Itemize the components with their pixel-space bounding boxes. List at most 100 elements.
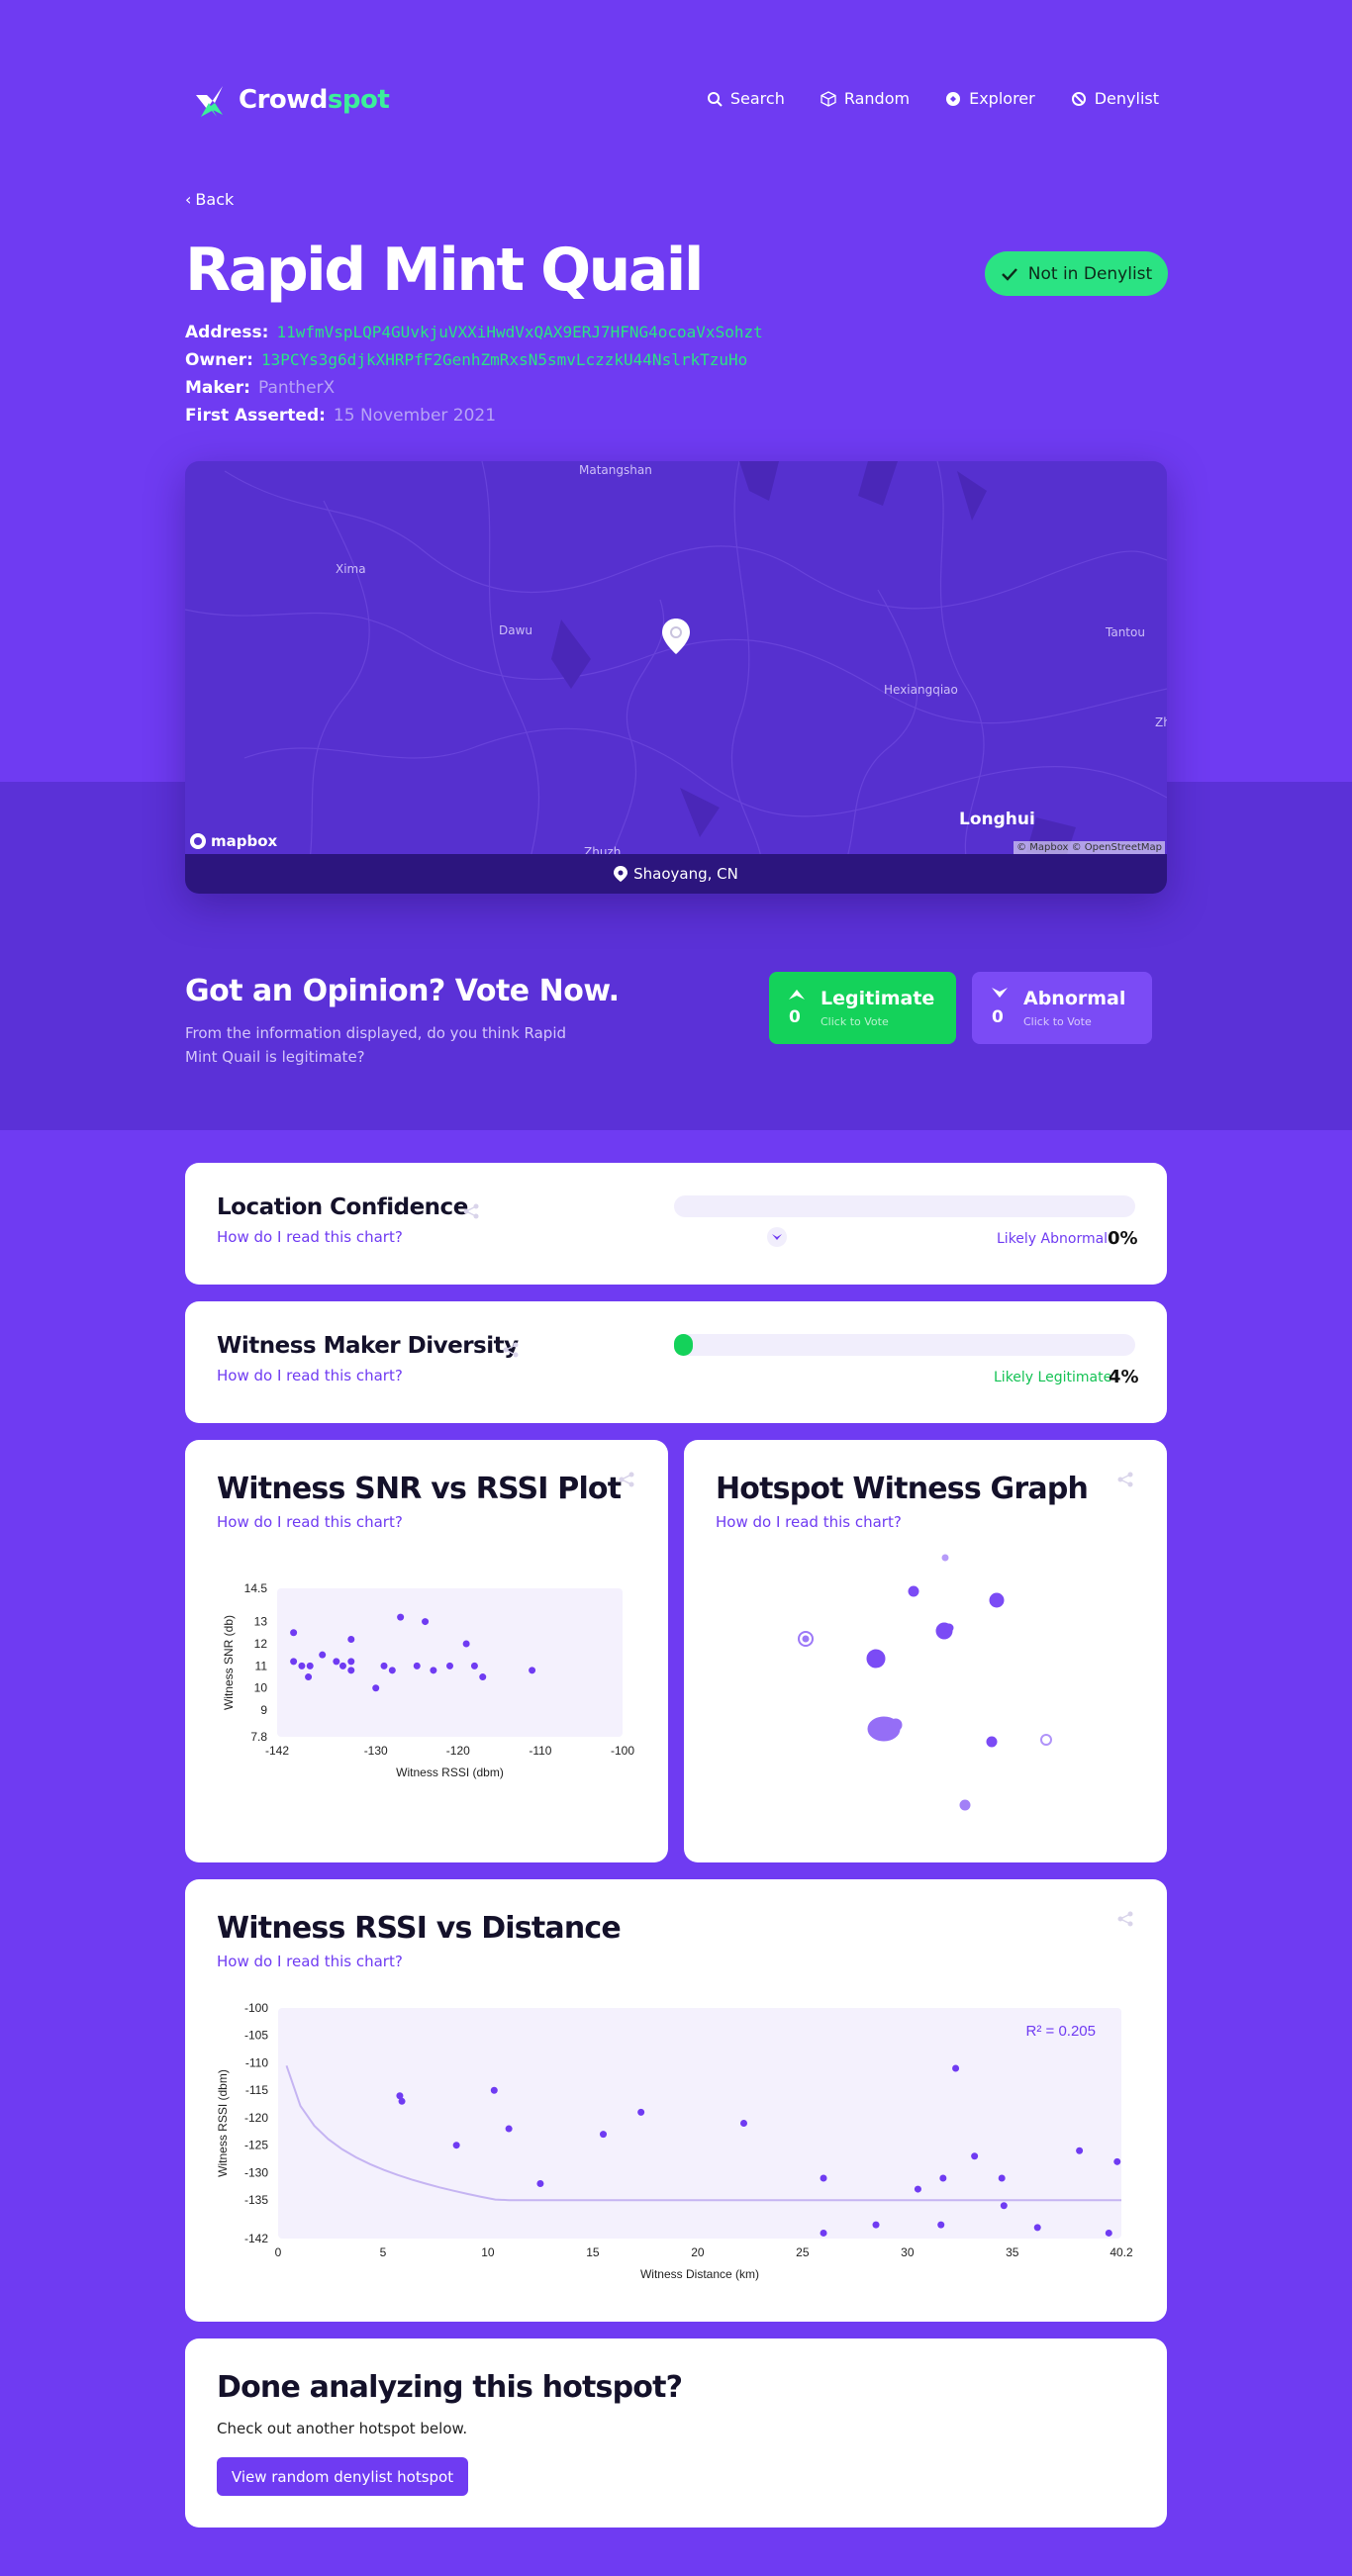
y-tick-label: -142 — [244, 2232, 268, 2245]
hotspot-map[interactable]: Matangshan Xima Dawu Tantou Hexiangqiao … — [185, 461, 1167, 894]
data-point — [380, 1662, 388, 1670]
witness-cluster — [867, 1716, 903, 1742]
witness-cluster — [959, 1799, 971, 1811]
brand-logo[interactable]: Crowdspot — [193, 81, 390, 119]
data-point — [372, 1684, 380, 1692]
nav-random[interactable]: Random — [821, 89, 910, 108]
x-tick-label: -110 — [529, 1744, 551, 1758]
back-link[interactable]: ‹ Back — [185, 190, 234, 209]
maker-diversity-card: Witness Maker Diversity How do I read th… — [185, 1301, 1167, 1423]
location-confidence-bar — [674, 1195, 1135, 1217]
data-point — [298, 1662, 306, 1670]
data-point — [820, 2174, 827, 2182]
map-label-longhui: Longhui — [959, 810, 1035, 829]
first-asserted-row: First Asserted: 15 November 2021 — [185, 402, 763, 429]
data-point — [872, 2221, 880, 2229]
abnormal-hint: Click to Vote — [1023, 1015, 1092, 1028]
data-point — [413, 1662, 421, 1670]
data-point — [319, 1651, 327, 1659]
nav-explorer[interactable]: Explorer — [945, 89, 1035, 108]
done-card: Done analyzing this hotspot? Check out a… — [185, 2338, 1167, 2528]
x-tick-label: -130 — [364, 1744, 388, 1758]
location-pin-icon — [614, 866, 628, 882]
maker-diversity-title: Witness Maker Diversity — [217, 1333, 519, 1359]
y-tick-label: 13 — [254, 1615, 268, 1629]
location-confidence-percent: 0% — [1108, 1228, 1138, 1249]
share-icon[interactable] — [502, 1341, 520, 1359]
location-confidence-card: Location Confidence How do I read this c… — [185, 1163, 1167, 1285]
y-axis-label: Witness RSSI (dbm) — [216, 2069, 230, 2177]
legitimate-vote-count: 0 — [789, 1007, 801, 1027]
data-point — [1105, 2229, 1112, 2237]
data-point — [422, 1618, 430, 1626]
location-confidence-status: Likely Abnormal — [997, 1231, 1109, 1247]
owner-value[interactable]: 13PCYs3g6djkXHRPfF2GenhZmRxsN5smvLczzkU4… — [261, 350, 747, 369]
witness-cluster — [935, 1622, 954, 1640]
data-point — [1033, 2224, 1041, 2232]
legitimate-label: Legitimate — [821, 988, 935, 1009]
data-point — [998, 2174, 1006, 2182]
witness-graph-card: Hotspot Witness Graph How do I read this… — [684, 1440, 1167, 1862]
nav-links: Search Random Explorer Denylist — [707, 89, 1159, 108]
data-point — [333, 1658, 340, 1666]
y-tick-label: 14.5 — [244, 1581, 268, 1595]
y-tick-label: -130 — [244, 2165, 268, 2179]
data-point — [952, 2064, 960, 2072]
location-confidence-help-link[interactable]: How do I read this chart? — [217, 1228, 403, 1246]
data-point — [479, 1673, 487, 1681]
address-value[interactable]: 11wfmVspLQP4GUvkjuVXXiHwdVxQAX9ERJ7HFNG4… — [276, 323, 762, 341]
data-point — [536, 2180, 544, 2188]
witness-cluster — [866, 1649, 886, 1669]
data-point — [1113, 2157, 1121, 2165]
back-label: Back — [195, 190, 235, 209]
data-point — [937, 2221, 945, 2229]
data-point — [398, 2097, 406, 2105]
top-nav: Crowdspot Search Random Explorer Denylis… — [185, 77, 1167, 121]
data-point — [971, 2152, 979, 2160]
data-point — [740, 2120, 748, 2127]
data-point — [347, 1667, 355, 1674]
abnormal-label: Abnormal — [1023, 988, 1126, 1009]
share-icon[interactable] — [462, 1202, 480, 1220]
map-pin-icon — [662, 619, 690, 654]
maker-row: Maker: PantherX — [185, 374, 763, 402]
owner-row: Owner: 13PCYs3g6djkXHRPfF2GenhZmRxsN5smvL… — [185, 346, 763, 374]
nav-search[interactable]: Search — [707, 89, 785, 108]
map-label-dawu: Dawu — [499, 623, 533, 637]
data-point — [637, 2108, 645, 2116]
mapbox-icon — [190, 833, 206, 849]
maker-diversity-help-link[interactable]: How do I read this chart? — [217, 1367, 403, 1384]
y-tick-label: 11 — [255, 1659, 268, 1672]
vote-abnormal-button[interactable]: 0 Abnormal Click to Vote — [972, 972, 1152, 1044]
random-denylist-button[interactable]: View random denylist hotspot — [217, 2457, 468, 2496]
cube-icon — [821, 90, 836, 107]
abnormal-marker-icon — [767, 1227, 787, 1247]
x-axis-label: Witness Distance (km) — [640, 2267, 759, 2281]
legitimate-hint: Click to Vote — [821, 1015, 889, 1028]
y-tick-label: -120 — [244, 2111, 268, 2125]
vote-legitimate-button[interactable]: 0 Legitimate Click to Vote — [769, 972, 956, 1044]
data-point — [505, 2125, 513, 2133]
hotspot-meta: Address: 11wfmVspLQP4GUvkjuVXXiHwdVxQAX9E… — [185, 319, 763, 429]
nav-denylist-label: Denylist — [1094, 89, 1159, 108]
map-label-hexiangqiao: Hexiangqiao — [884, 683, 958, 697]
data-point — [600, 2131, 608, 2139]
maker-diversity-bar — [674, 1334, 1135, 1356]
data-point — [1076, 2147, 1084, 2154]
location-label: Shaoyang, CN — [633, 865, 738, 883]
denylist-status-badge: Not in Denylist — [985, 251, 1168, 296]
snr-rssi-chart: -142 -130 -120 -110 -100 14.5 13 12 11 10 9 7.8 Witn… — [222, 1581, 634, 1779]
witness-graph[interactable] — [684, 1440, 1167, 1862]
rssi-distance-chart: 0 5 10 15 20 25 30 35 40.2 -100 -105 -110 -115 -120 -1… — [216, 2001, 1133, 2281]
map-label-xima: Xima — [336, 562, 366, 576]
map-attribution[interactable]: © Mapbox © OpenStreetMap — [1014, 841, 1165, 854]
data-point — [1000, 2202, 1008, 2210]
x-tick-label: -142 — [265, 1744, 289, 1758]
nav-denylist[interactable]: Denylist — [1071, 89, 1159, 108]
data-point — [397, 1613, 405, 1621]
chevron-up-icon — [789, 990, 805, 1000]
data-point — [290, 1658, 298, 1666]
map-location-bar: Shaoyang, CN — [185, 854, 1167, 894]
address-row: Address: 11wfmVspLQP4GUvkjuVXXiHwdVxQAX9E… — [185, 319, 763, 346]
y-tick-label: -100 — [244, 2001, 268, 2015]
